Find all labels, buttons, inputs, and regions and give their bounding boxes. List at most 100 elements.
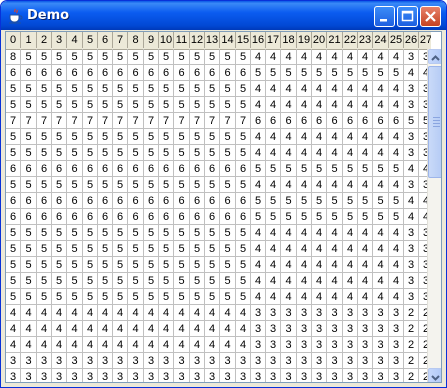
table-cell[interactable]: 4 bbox=[312, 129, 327, 145]
table-cell[interactable]: 3 bbox=[159, 353, 174, 369]
table-cell[interactable]: 4 bbox=[389, 241, 404, 257]
table-cell[interactable]: 3 bbox=[220, 353, 236, 369]
table-cell[interactable]: 5 bbox=[67, 129, 83, 145]
table-cell[interactable]: 5 bbox=[251, 193, 266, 209]
table-cell[interactable]: 3 bbox=[281, 369, 297, 382]
table-cell[interactable]: 6 bbox=[174, 209, 190, 225]
table-cell[interactable]: 6 bbox=[358, 113, 373, 129]
table-cell[interactable]: 3 bbox=[251, 369, 266, 382]
table-cell[interactable]: 3 bbox=[6, 369, 21, 382]
column-header[interactable]: 4 bbox=[67, 32, 83, 48]
table-cell[interactable]: 5 bbox=[21, 177, 37, 193]
table-cell[interactable]: 4 bbox=[266, 97, 281, 113]
column-header[interactable]: 11 bbox=[174, 32, 190, 48]
table-cell[interactable]: 4 bbox=[266, 49, 281, 65]
table-cell[interactable]: 4 bbox=[144, 321, 159, 337]
table-cell[interactable]: 4 bbox=[281, 289, 297, 305]
table-cell[interactable]: 6 bbox=[343, 113, 358, 129]
table-cell[interactable]: 6 bbox=[67, 209, 83, 225]
table-cell[interactable]: 4 bbox=[281, 225, 297, 241]
table-cell[interactable]: 4 bbox=[373, 177, 389, 193]
table-cell[interactable]: 6 bbox=[144, 161, 159, 177]
table-cell[interactable]: 5 bbox=[37, 97, 52, 113]
table-cell[interactable]: 4 bbox=[389, 81, 404, 97]
table-cell[interactable]: 3 bbox=[113, 353, 128, 369]
table-cell[interactable]: 5 bbox=[98, 49, 113, 65]
table-cell[interactable]: 5 bbox=[6, 177, 21, 193]
table-cell[interactable]: 4 bbox=[297, 177, 312, 193]
table-cell[interactable]: 5 bbox=[21, 257, 37, 273]
table-cell[interactable]: 5 bbox=[83, 145, 98, 161]
table-cell[interactable]: 5 bbox=[312, 209, 327, 225]
table-cell[interactable]: 5 bbox=[144, 81, 159, 97]
table-cell[interactable]: 5 bbox=[236, 145, 251, 161]
table-cell[interactable]: 4 bbox=[297, 97, 312, 113]
table-cell[interactable]: 5 bbox=[236, 273, 251, 289]
table-cell[interactable]: 4 bbox=[98, 321, 113, 337]
table-cell[interactable]: 3 bbox=[419, 289, 427, 305]
column-header[interactable]: 12 bbox=[190, 32, 205, 48]
table-cell[interactable]: 6 bbox=[83, 65, 98, 81]
table-cell[interactable]: 6 bbox=[190, 65, 205, 81]
column-header[interactable]: 14 bbox=[220, 32, 236, 48]
table-cell[interactable]: 5 bbox=[21, 129, 37, 145]
table-cell[interactable]: 6 bbox=[6, 193, 21, 209]
table-cell[interactable]: 5 bbox=[190, 177, 205, 193]
column-header[interactable]: 16 bbox=[251, 32, 266, 48]
table-cell[interactable]: 3 bbox=[21, 353, 37, 369]
table-cell[interactable]: 3 bbox=[67, 353, 83, 369]
table-cell[interactable]: 5 bbox=[236, 49, 251, 65]
table-cell[interactable]: 6 bbox=[236, 193, 251, 209]
table-cell[interactable]: 5 bbox=[373, 65, 389, 81]
table-cell[interactable]: 3 bbox=[297, 321, 312, 337]
table-cell[interactable]: 4 bbox=[128, 321, 144, 337]
table-cell[interactable]: 3 bbox=[297, 353, 312, 369]
table-cell[interactable]: 3 bbox=[419, 49, 427, 65]
table-cell[interactable]: 3 bbox=[37, 353, 52, 369]
table-cell[interactable]: 6 bbox=[205, 161, 220, 177]
table-cell[interactable]: 4 bbox=[419, 193, 427, 209]
table-cell[interactable]: 2 bbox=[419, 321, 427, 337]
table-cell[interactable]: 6 bbox=[190, 193, 205, 209]
table-cell[interactable]: 5 bbox=[128, 273, 144, 289]
table-cell[interactable]: 5 bbox=[205, 241, 220, 257]
table-cell[interactable]: 4 bbox=[266, 257, 281, 273]
table-cell[interactable]: 5 bbox=[159, 273, 174, 289]
table-cell[interactable]: 5 bbox=[220, 177, 236, 193]
table-cell[interactable]: 3 bbox=[343, 305, 358, 321]
table-cell[interactable]: 6 bbox=[98, 161, 113, 177]
table-cell[interactable]: 3 bbox=[389, 321, 404, 337]
table-cell[interactable]: 6 bbox=[113, 209, 128, 225]
table-cell[interactable]: 4 bbox=[404, 193, 419, 209]
table-cell[interactable]: 3 bbox=[419, 257, 427, 273]
table-cell[interactable]: 5 bbox=[21, 273, 37, 289]
table-cell[interactable]: 3 bbox=[404, 49, 419, 65]
table-cell[interactable]: 5 bbox=[52, 49, 67, 65]
table-cell[interactable]: 5 bbox=[174, 49, 190, 65]
table-cell[interactable]: 5 bbox=[21, 241, 37, 257]
maximize-button[interactable] bbox=[397, 6, 418, 27]
table-cell[interactable]: 5 bbox=[389, 65, 404, 81]
table-cell[interactable]: 6 bbox=[37, 161, 52, 177]
table-cell[interactable]: 6 bbox=[52, 209, 67, 225]
table-cell[interactable]: 4 bbox=[358, 177, 373, 193]
table-cell[interactable]: 4 bbox=[389, 225, 404, 241]
table-cell[interactable]: 3 bbox=[144, 369, 159, 382]
table-cell[interactable]: 5 bbox=[83, 177, 98, 193]
table-cell[interactable]: 5 bbox=[128, 257, 144, 273]
table-cell[interactable]: 4 bbox=[327, 177, 343, 193]
table-cell[interactable]: 4 bbox=[373, 145, 389, 161]
table-cell[interactable]: 4 bbox=[52, 305, 67, 321]
table-cell[interactable]: 5 bbox=[159, 81, 174, 97]
table-cell[interactable]: 4 bbox=[419, 161, 427, 177]
table-cell[interactable]: 4 bbox=[297, 273, 312, 289]
table-cell[interactable]: 2 bbox=[419, 353, 427, 369]
table-cell[interactable]: 5 bbox=[67, 241, 83, 257]
table-cell[interactable]: 7 bbox=[128, 113, 144, 129]
column-header[interactable]: 26 bbox=[404, 32, 419, 48]
table-cell[interactable]: 2 bbox=[419, 369, 427, 382]
table-cell[interactable]: 3 bbox=[419, 177, 427, 193]
table-cell[interactable]: 3 bbox=[404, 241, 419, 257]
table-cell[interactable]: 3 bbox=[6, 353, 21, 369]
table-cell[interactable]: 4 bbox=[266, 225, 281, 241]
